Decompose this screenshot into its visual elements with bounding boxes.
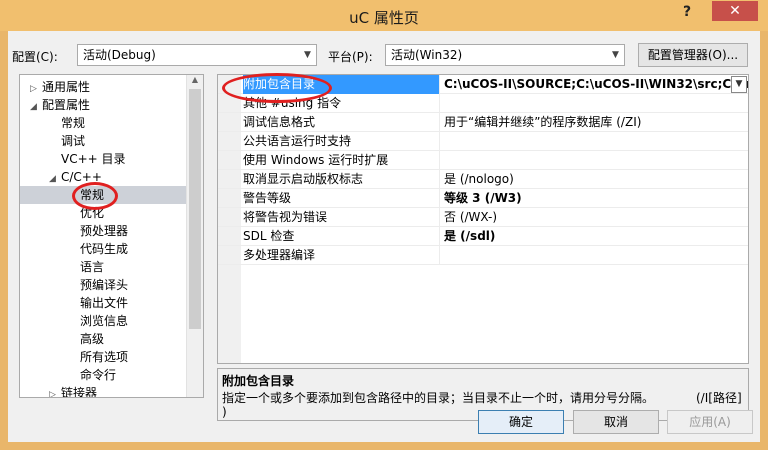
properties-window: uC 属性页 ? ✕ 配置(C): 活动(Debug) ▼ 平台(P): 活动(… <box>0 0 768 450</box>
property-value[interactable]: 否 (/WX-) <box>439 208 748 227</box>
tree-item-label: 配置属性 <box>42 98 91 112</box>
property-value[interactable]: 用于“编辑并继续”的程序数据库 (/ZI) <box>439 113 748 132</box>
property-name: 多处理器编译 <box>243 248 316 262</box>
tree-scrollbar[interactable]: ▲ <box>186 75 203 397</box>
property-value[interactable] <box>439 132 748 151</box>
tree-item[interactable]: 调试 <box>20 132 186 150</box>
title-bar[interactable]: uC 属性页 ? ✕ <box>0 0 768 31</box>
config-select-value: 活动(Debug) <box>83 48 156 62</box>
window-title: uC 属性页 <box>349 9 419 27</box>
tree-item-label: 常规 <box>61 116 86 130</box>
property-name: 公共语言运行时支持 <box>243 134 352 148</box>
tree-item[interactable]: 命令行 <box>20 366 186 384</box>
tree-item[interactable]: ▷ 通用属性 <box>20 78 186 96</box>
platform-select-value: 活动(Win32) <box>391 48 463 62</box>
tree-item-label: 命令行 <box>80 368 117 382</box>
tree-item[interactable]: VC++ 目录 <box>20 150 186 168</box>
tree-item-label: 常规 <box>80 188 105 202</box>
tree-item-label: 语言 <box>80 260 105 274</box>
tree-item-label: 代码生成 <box>80 242 129 256</box>
tree-item-label: 通用属性 <box>42 80 91 94</box>
tree-item[interactable]: 高级 <box>20 330 186 348</box>
property-value[interactable]: 是 (/sdl) <box>439 227 748 246</box>
description-text-end: ) <box>222 405 227 419</box>
tree-item-label: 预编译头 <box>80 278 129 292</box>
property-value[interactable]: C:\uCOS-II\SOURCE;C:\uCOS-II\WIN32\src;C… <box>439 75 748 94</box>
property-name: 其他 #using 指令 <box>243 96 342 110</box>
tree-item[interactable]: 浏览信息 <box>20 312 186 330</box>
chevron-down-icon: ▼ <box>304 50 311 60</box>
tree-item[interactable]: ◢ 配置属性 <box>20 96 186 114</box>
tree-scroll-thumb[interactable] <box>189 89 201 329</box>
property-row[interactable]: 调试信息格式 用于“编辑并继续”的程序数据库 (/ZI) <box>218 113 748 132</box>
platform-label: 平台(P): <box>328 50 373 64</box>
help-button[interactable]: ? <box>674 2 700 22</box>
tree-item-label: 所有选项 <box>80 350 129 364</box>
tree-item-label: 调试 <box>61 134 86 148</box>
config-manager-button[interactable]: 配置管理器(O)... <box>638 43 748 67</box>
property-name: 警告等级 <box>243 191 292 205</box>
tree-item[interactable]: 输出文件 <box>20 294 186 312</box>
tree-item[interactable]: 优化 <box>20 204 186 222</box>
tree-item[interactable]: 常规 <box>20 186 186 204</box>
description-switch: (/I[路径] <box>696 391 742 405</box>
config-label: 配置(C): <box>12 50 58 64</box>
tree-item[interactable]: 语言 <box>20 258 186 276</box>
chevron-down-icon: ▼ <box>612 50 619 60</box>
tree-item[interactable]: 预编译头 <box>20 276 186 294</box>
property-row[interactable]: 公共语言运行时支持 <box>218 132 748 151</box>
property-row[interactable]: SDL 检查 是 (/sdl) <box>218 227 748 246</box>
property-row[interactable]: 多处理器编译 <box>218 246 748 265</box>
close-button[interactable]: ✕ <box>712 1 758 21</box>
expand-toggle-icon[interactable]: ▷ <box>49 386 61 397</box>
ok-button[interactable]: 确定 <box>478 410 564 434</box>
property-name: 使用 Windows 运行时扩展 <box>243 153 389 167</box>
property-row[interactable]: 附加包含目录 C:\uCOS-II\SOURCE;C:\uCOS-II\WIN32… <box>218 75 748 94</box>
property-tree[interactable]: ▷ 通用属性 ◢ 配置属性 常规 调试 VC++ 目录 ◢ C/C++ 常规 优化 预处理器 代码生成语… <box>19 74 204 398</box>
property-row[interactable]: 其他 #using 指令 <box>218 94 748 113</box>
tree-item[interactable]: ▷ 链接器 <box>20 384 186 398</box>
close-icon: ✕ <box>729 3 741 19</box>
tree-item-label: VC++ 目录 <box>61 152 126 166</box>
property-value[interactable] <box>439 151 748 170</box>
platform-select[interactable]: 活动(Win32) ▼ <box>385 44 625 66</box>
tree-item[interactable]: ◢ C/C++ <box>20 168 186 186</box>
property-name: 附加包含目录 <box>243 75 439 94</box>
property-row[interactable]: 警告等级 等级 3 (/W3) <box>218 189 748 208</box>
property-value[interactable] <box>439 94 748 113</box>
tree-item-label: 浏览信息 <box>80 314 129 328</box>
dialog-client: 配置(C): 活动(Debug) ▼ 平台(P): 活动(Win32) ▼ 配置… <box>8 31 760 442</box>
property-value[interactable] <box>439 246 748 265</box>
tree-item-label: 输出文件 <box>80 296 129 310</box>
chevron-down-icon[interactable]: ▼ <box>731 76 747 93</box>
tree-item[interactable]: 预处理器 <box>20 222 186 240</box>
property-name: 调试信息格式 <box>243 115 316 129</box>
property-value[interactable]: 是 (/nologo) <box>439 170 748 189</box>
tree-item[interactable]: 所有选项 <box>20 348 186 366</box>
property-name: 将警告视为错误 <box>243 210 328 224</box>
scroll-up-icon[interactable]: ▲ <box>187 75 203 89</box>
tree-item-label: 预处理器 <box>80 224 129 238</box>
property-row[interactable]: 取消显示启动版权标志 是 (/nologo) <box>218 170 748 189</box>
property-value[interactable]: 等级 3 (/W3) <box>439 189 748 208</box>
tree-item-label: 链接器 <box>61 386 98 398</box>
cancel-button[interactable]: 取消 <box>573 410 659 434</box>
property-name: SDL 检查 <box>243 229 295 243</box>
property-row[interactable]: 将警告视为错误 否 (/WX-) <box>218 208 748 227</box>
description-text: 指定一个或多个要添加到包含路径中的目录；当目录不止一个时，请用分号分隔。 <box>222 391 655 405</box>
property-row[interactable]: 使用 Windows 运行时扩展 <box>218 151 748 170</box>
tree-item[interactable]: 常规 <box>20 114 186 132</box>
config-select[interactable]: 活动(Debug) ▼ <box>77 44 317 66</box>
property-grid[interactable]: 附加包含目录 C:\uCOS-II\SOURCE;C:\uCOS-II\WIN32… <box>217 74 749 364</box>
tree-item[interactable]: 代码生成 <box>20 240 186 258</box>
apply-button[interactable]: 应用(A) <box>667 410 753 434</box>
description-title: 附加包含目录 <box>222 374 295 388</box>
tree-item-label: C/C++ <box>61 170 102 184</box>
tree-item-label: 优化 <box>80 206 105 220</box>
property-name: 取消显示启动版权标志 <box>243 172 364 186</box>
tree-item-label: 高级 <box>80 332 105 346</box>
